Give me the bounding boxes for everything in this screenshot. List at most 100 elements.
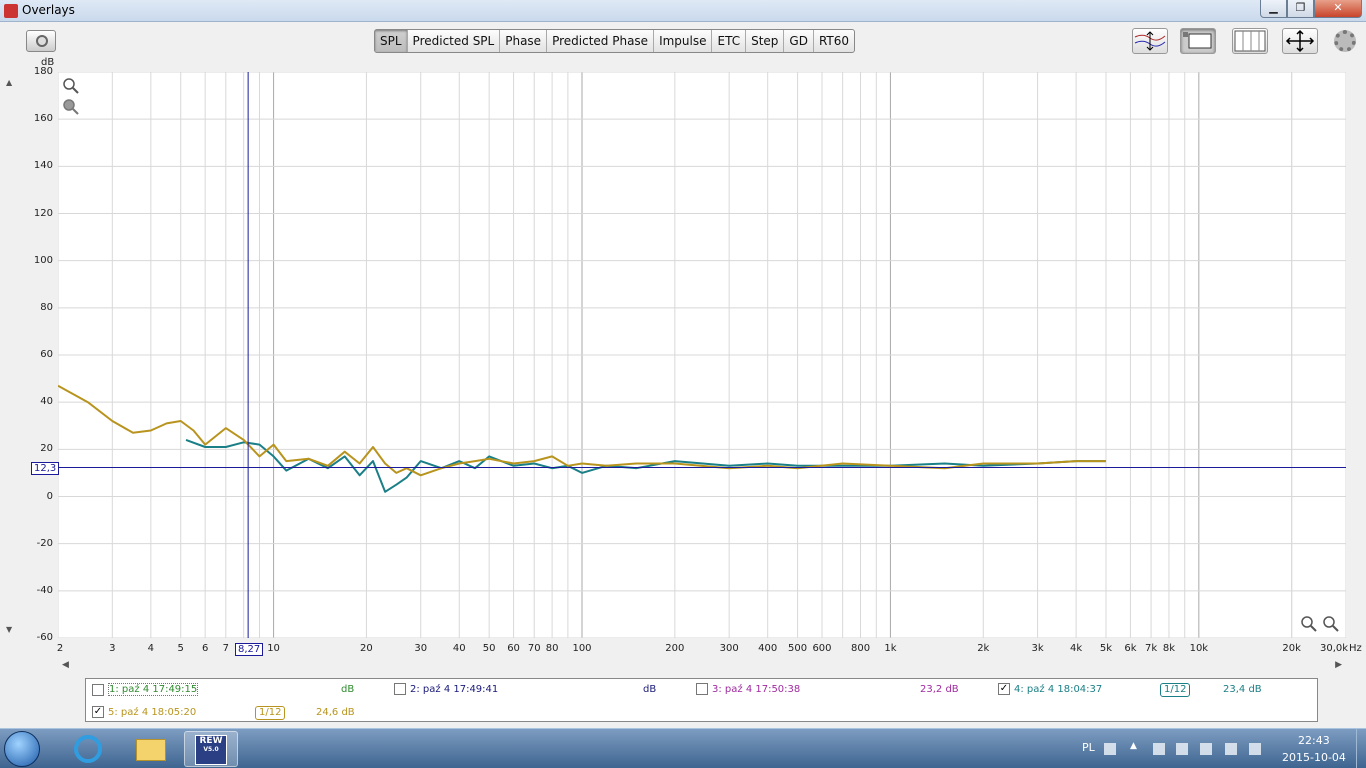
y-scroll-up-icon[interactable]: ▲ bbox=[6, 78, 12, 87]
legend-smoothing-4[interactable]: 1/12 bbox=[1160, 683, 1191, 697]
folder-icon bbox=[136, 739, 166, 761]
x-tick-label: 40 bbox=[452, 643, 466, 654]
legend-item-4[interactable]: ✓ 4: paź 4 18:04:37 bbox=[998, 683, 1102, 695]
tab-gd[interactable]: GD bbox=[784, 30, 814, 52]
taskbar-internet-explorer[interactable] bbox=[62, 731, 116, 767]
x-tick-label: 5k bbox=[1099, 643, 1113, 654]
legend-item-1[interactable]: 1: paź 4 17:49:15 bbox=[92, 683, 199, 696]
cursor-x-readout: 8,27 bbox=[235, 643, 264, 656]
rew-icon-version: V5.0 bbox=[203, 746, 219, 753]
taskbar-rew[interactable]: REW V5.0 bbox=[184, 731, 238, 767]
legend-checkbox-5[interactable]: ✓ bbox=[92, 706, 104, 718]
vertical-scale-icon[interactable] bbox=[1132, 28, 1168, 54]
network-icon[interactable] bbox=[1225, 743, 1237, 755]
legend-checkbox-2[interactable] bbox=[394, 683, 406, 695]
x-tick-label: 400 bbox=[758, 643, 778, 654]
show-hidden-icons-icon[interactable]: ▲ bbox=[1130, 741, 1137, 751]
tab-impulse[interactable]: Impulse bbox=[654, 30, 713, 52]
legend-checkbox-4[interactable]: ✓ bbox=[998, 683, 1010, 695]
settings-gear-icon[interactable] bbox=[1334, 30, 1356, 52]
x-tick-label: 7k bbox=[1144, 643, 1158, 654]
x-tick-label: 7 bbox=[222, 643, 229, 654]
clock-time[interactable]: 22:43 bbox=[1298, 734, 1330, 747]
camera-icon[interactable] bbox=[26, 30, 56, 52]
legend-db-3: 23,2 dB bbox=[920, 684, 959, 695]
volume-icon[interactable] bbox=[1249, 743, 1261, 755]
tab-spl[interactable]: SPL bbox=[375, 30, 408, 52]
y-tick-label: 160 bbox=[33, 113, 53, 125]
x-tick-label: 300 bbox=[719, 643, 739, 654]
x-tick-label: 600 bbox=[812, 643, 832, 654]
tab-predicted-spl[interactable]: Predicted SPL bbox=[408, 30, 501, 52]
y-tick-label: 60 bbox=[40, 349, 53, 360]
grid-lines-icon[interactable] bbox=[1232, 28, 1268, 54]
flag-icon[interactable] bbox=[1176, 743, 1188, 755]
x-tick-label: 6k bbox=[1124, 643, 1137, 654]
x-tick-label: 4 bbox=[147, 643, 155, 654]
x-tick-label: 20k bbox=[1282, 643, 1301, 654]
start-button[interactable] bbox=[4, 731, 40, 767]
x-tick-label: 6 bbox=[201, 643, 209, 654]
spl-overlay-chart[interactable] bbox=[58, 72, 1346, 638]
maximize-button[interactable]: ❐ bbox=[1287, 0, 1314, 18]
y-tick-label: 0 bbox=[46, 490, 53, 502]
language-indicator[interactable]: PL bbox=[1082, 741, 1095, 754]
legend-checkbox-1[interactable] bbox=[92, 683, 104, 696]
move-pan-icon[interactable] bbox=[1282, 28, 1318, 54]
legend-item-5[interactable]: ✓ 5: paź 4 18:05:20 bbox=[92, 706, 196, 718]
rew-icon-label: REW bbox=[199, 736, 223, 746]
action-center-icon[interactable] bbox=[1153, 743, 1165, 755]
legend-db-4: 23,4 dB bbox=[1223, 684, 1262, 695]
x-tick-label: 500 bbox=[788, 643, 808, 654]
x-axis-unit: Hz bbox=[1349, 643, 1362, 654]
y-tick-label: 180 bbox=[33, 66, 53, 77]
window-limits-icon[interactable] bbox=[1180, 28, 1216, 54]
tab-etc[interactable]: ETC bbox=[712, 30, 747, 52]
x-tick-label: 800 bbox=[850, 643, 871, 654]
y-tick-label: 80 bbox=[40, 301, 53, 313]
zoom-x-out-icon[interactable] bbox=[1322, 615, 1340, 633]
legend-item-3[interactable]: 3: paź 4 17:50:38 bbox=[696, 683, 800, 695]
y-scroll-down-icon[interactable]: ▼ bbox=[6, 625, 12, 634]
x-tick-label: 50 bbox=[482, 643, 496, 654]
device-icon[interactable] bbox=[1200, 743, 1212, 755]
close-button[interactable]: ✕ bbox=[1314, 0, 1362, 18]
x-tick-label: 1k bbox=[884, 643, 897, 654]
internet-explorer-icon bbox=[74, 735, 102, 763]
x-tick-label: 20 bbox=[360, 643, 373, 654]
tab-step[interactable]: Step bbox=[746, 30, 785, 52]
tab-predicted-phase[interactable]: Predicted Phase bbox=[547, 30, 655, 52]
x-tick-label: 80 bbox=[545, 643, 559, 654]
y-tick-label: 140 bbox=[33, 160, 53, 172]
x-tick-label: 5 bbox=[177, 643, 184, 654]
clock-date[interactable]: 2015-10-04 bbox=[1282, 751, 1346, 764]
keyboard-icon[interactable] bbox=[1104, 743, 1116, 755]
zoom-out-icon[interactable] bbox=[62, 98, 80, 116]
legend-item-2[interactable]: 2: paź 4 17:49:41 bbox=[394, 683, 498, 695]
x-tick-label: 10k bbox=[1189, 643, 1209, 654]
scroll-right-icon[interactable]: ▶ bbox=[1335, 660, 1342, 670]
legend-checkbox-3[interactable] bbox=[696, 683, 708, 695]
title-bar: Overlays ▁ ❐ ✕ bbox=[0, 0, 1366, 22]
x-tick-label: 10 bbox=[267, 643, 280, 654]
zoom-x-in-icon[interactable] bbox=[1300, 615, 1318, 633]
legend-db-5: 24,6 dB bbox=[316, 707, 355, 718]
tab-rt60[interactable]: RT60 bbox=[814, 30, 854, 52]
tab-phase[interactable]: Phase bbox=[500, 30, 548, 52]
x-tick-label: 4k bbox=[1070, 643, 1083, 654]
y-tick-label: -20 bbox=[36, 537, 53, 549]
legend-smoothing-5[interactable]: 1/12 bbox=[255, 706, 286, 720]
zoom-in-icon[interactable] bbox=[62, 77, 80, 95]
show-desktop-button[interactable] bbox=[1356, 729, 1366, 768]
x-tick-label: 30,0k bbox=[1319, 643, 1349, 654]
x-tick-label: 3 bbox=[109, 643, 116, 654]
x-tick-label: 70 bbox=[527, 643, 541, 654]
x-tick-label: 8k bbox=[1162, 643, 1176, 654]
window-title: Overlays bbox=[22, 3, 75, 17]
y-tick-label: 120 bbox=[33, 207, 53, 219]
horizontal-scrollbar[interactable]: ◀ ▶ bbox=[58, 660, 1346, 674]
scroll-left-icon[interactable]: ◀ bbox=[62, 660, 69, 670]
legend-panel: 1: paź 4 17:49:15 dB 2: paź 4 17:49:41 d… bbox=[85, 678, 1318, 722]
minimize-button[interactable]: ▁ bbox=[1260, 0, 1287, 18]
taskbar-file-explorer[interactable] bbox=[124, 731, 178, 767]
